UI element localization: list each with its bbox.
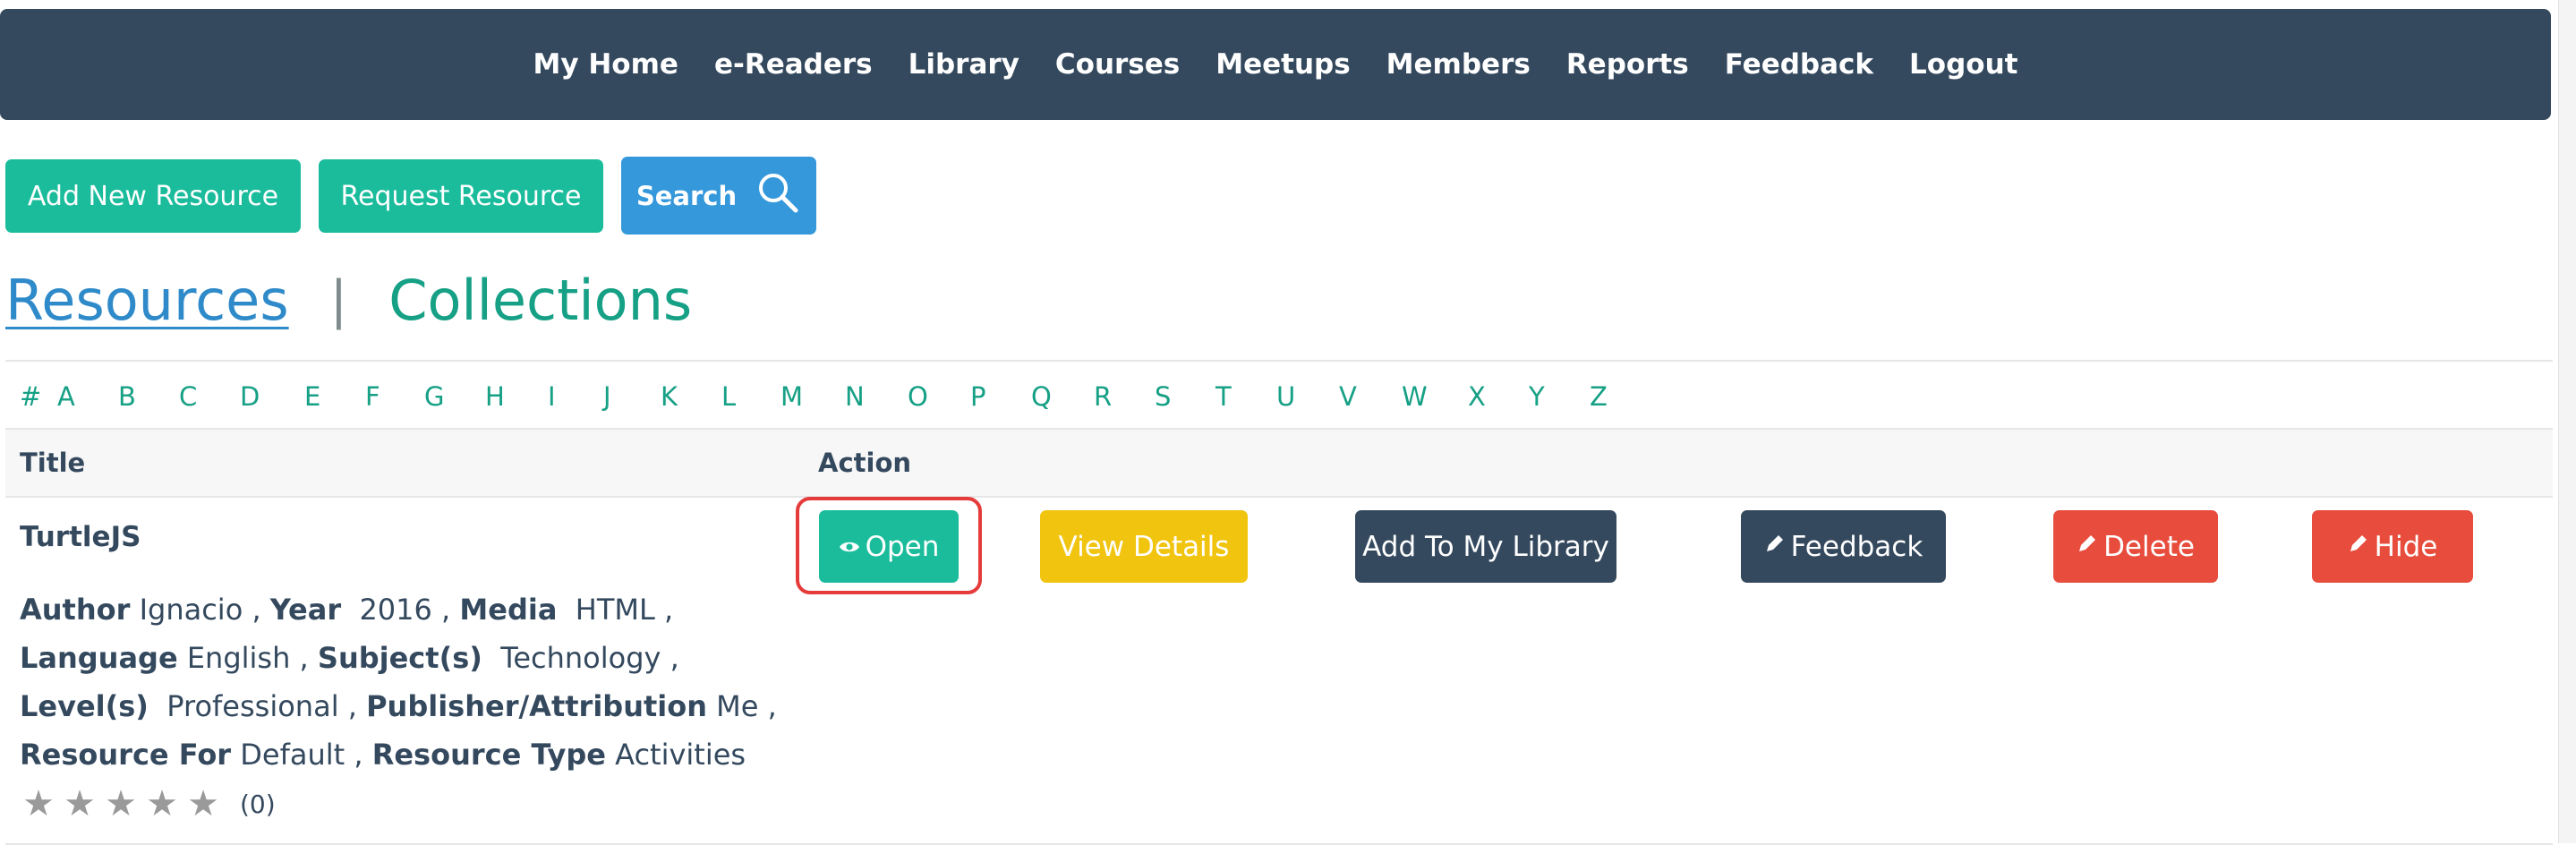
rating-count: (0) <box>240 789 276 819</box>
alpha-filter-h[interactable]: H <box>485 381 505 412</box>
alpha-filter-p[interactable]: P <box>970 381 986 412</box>
column-header-title: Title <box>20 448 86 478</box>
hide-label: Hide <box>2374 530 2438 563</box>
alpha-filter-v[interactable]: V <box>1339 381 1357 412</box>
resource-for-value: Default <box>240 738 345 772</box>
view-details-button[interactable]: View Details <box>1040 510 1248 583</box>
alpha-filter-u[interactable]: U <box>1276 381 1295 412</box>
alpha-filter-f[interactable]: F <box>365 381 380 412</box>
pencil-icon <box>1764 533 1786 560</box>
alpha-filter-t[interactable]: T <box>1215 381 1232 412</box>
resource-metadata: Author Ignacio , Year 2016 , Media HTML … <box>20 593 777 772</box>
search-button[interactable]: Search <box>621 157 816 235</box>
feedback-button[interactable]: Feedback <box>1741 510 1946 583</box>
pencil-icon <box>2077 533 2098 560</box>
nav-members[interactable]: Members <box>1386 48 1531 81</box>
author-value: Ignacio <box>139 593 243 627</box>
nav-meetups[interactable]: Meetups <box>1215 48 1350 81</box>
alpha-filter-k[interactable]: K <box>661 381 678 412</box>
delete-label: Delete <box>2103 530 2195 563</box>
resource-type-value: Activities <box>615 738 746 772</box>
column-header-action: Action <box>818 448 912 478</box>
publisher-label: Publisher/Attribution <box>366 689 707 723</box>
star-icon[interactable]: ★ <box>184 786 222 822</box>
nav-e-readers[interactable]: e-Readers <box>714 48 873 81</box>
subject-value: Technology <box>500 641 661 675</box>
alpha-filter-w[interactable]: W <box>1402 381 1428 412</box>
alpha-filter-y[interactable]: Y <box>1529 381 1545 412</box>
alpha-filter-e[interactable]: E <box>304 381 320 412</box>
open-button[interactable]: Open <box>819 510 959 583</box>
alpha-filter-i[interactable]: I <box>548 381 556 412</box>
nav-library[interactable]: Library <box>908 48 1019 81</box>
alpha-filter-n[interactable]: N <box>845 381 865 412</box>
author-label: Author <box>20 593 131 627</box>
alpha-filter-r[interactable]: R <box>1094 381 1112 412</box>
star-icon[interactable]: ★ <box>143 786 181 822</box>
media-label: Media <box>459 593 558 627</box>
year-label: Year <box>269 593 342 627</box>
level-value: Professional <box>166 689 339 723</box>
star-icon[interactable]: ★ <box>20 786 57 822</box>
eye-icon <box>839 533 860 560</box>
resource-title[interactable]: TurtleJS <box>20 521 141 553</box>
alpha-filter-l[interactable]: L <box>721 381 736 412</box>
resource-type-label: Resource Type <box>371 738 606 772</box>
star-icon[interactable]: ★ <box>61 786 98 822</box>
top-navbar: My Home e-Readers Library Courses Meetup… <box>0 9 2551 120</box>
feedback-label: Feedback <box>1790 530 1923 563</box>
alpha-filter-g[interactable]: G <box>424 381 444 412</box>
alpha-filter-x[interactable]: X <box>1468 381 1486 412</box>
alphabet-filter: # A B C D E F G H I J K L M N O P Q R S … <box>5 362 2553 430</box>
alpha-filter-z[interactable]: Z <box>1590 381 1608 412</box>
request-resource-button[interactable]: Request Resource <box>319 159 603 233</box>
publisher-value: Me <box>716 689 759 723</box>
alpha-filter-d[interactable]: D <box>240 381 260 412</box>
alpha-filter-j[interactable]: J <box>603 381 611 412</box>
search-label: Search <box>635 180 738 211</box>
add-to-my-library-button[interactable]: Add To My Library <box>1355 510 1616 583</box>
alpha-filter-m[interactable]: M <box>780 381 803 412</box>
pencil-icon <box>2348 533 2369 560</box>
alpha-filter-a[interactable]: A <box>57 381 75 412</box>
subject-label: Subject(s) <box>317 641 482 675</box>
alpha-filter-c[interactable]: C <box>179 381 197 412</box>
vertical-scrollbar[interactable] <box>2558 0 2576 843</box>
tab-resources[interactable]: Resources <box>5 268 289 333</box>
resource-table: # A B C D E F G H I J K L M N O P Q R S … <box>5 360 2553 845</box>
alpha-filter-b[interactable]: B <box>118 381 136 412</box>
alpha-filter-hash[interactable]: # <box>20 381 41 412</box>
search-icon <box>755 169 801 222</box>
tab-collections[interactable]: Collections <box>388 268 692 333</box>
hide-button[interactable]: Hide <box>2312 510 2473 583</box>
alpha-filter-o[interactable]: O <box>908 381 928 412</box>
resource-collection-tabs: Resources | Collections <box>5 260 692 340</box>
media-value: HTML <box>575 593 655 627</box>
alpha-filter-s[interactable]: S <box>1155 381 1171 412</box>
delete-button[interactable]: Delete <box>2053 510 2218 583</box>
star-rating[interactable]: ★ ★ ★ ★ ★ (0) <box>20 786 276 822</box>
star-icon[interactable]: ★ <box>102 786 140 822</box>
open-label: Open <box>865 530 940 563</box>
nav-feedback[interactable]: Feedback <box>1725 48 1873 81</box>
alpha-filter-q[interactable]: Q <box>1031 381 1052 412</box>
level-label: Level(s) <box>20 689 149 723</box>
add-new-resource-button[interactable]: Add New Resource <box>5 159 301 233</box>
nav-reports[interactable]: Reports <box>1566 48 1689 81</box>
language-value: English <box>186 641 291 675</box>
year-value: 2016 <box>359 593 432 627</box>
tab-separator: | <box>329 269 348 330</box>
resource-for-label: Resource For <box>20 738 232 772</box>
nav-logout[interactable]: Logout <box>1909 48 2017 81</box>
nav-my-home[interactable]: My Home <box>533 48 678 81</box>
table-header-row: Title Action <box>5 430 2553 498</box>
nav-courses[interactable]: Courses <box>1055 48 1180 81</box>
language-label: Language <box>20 641 178 675</box>
